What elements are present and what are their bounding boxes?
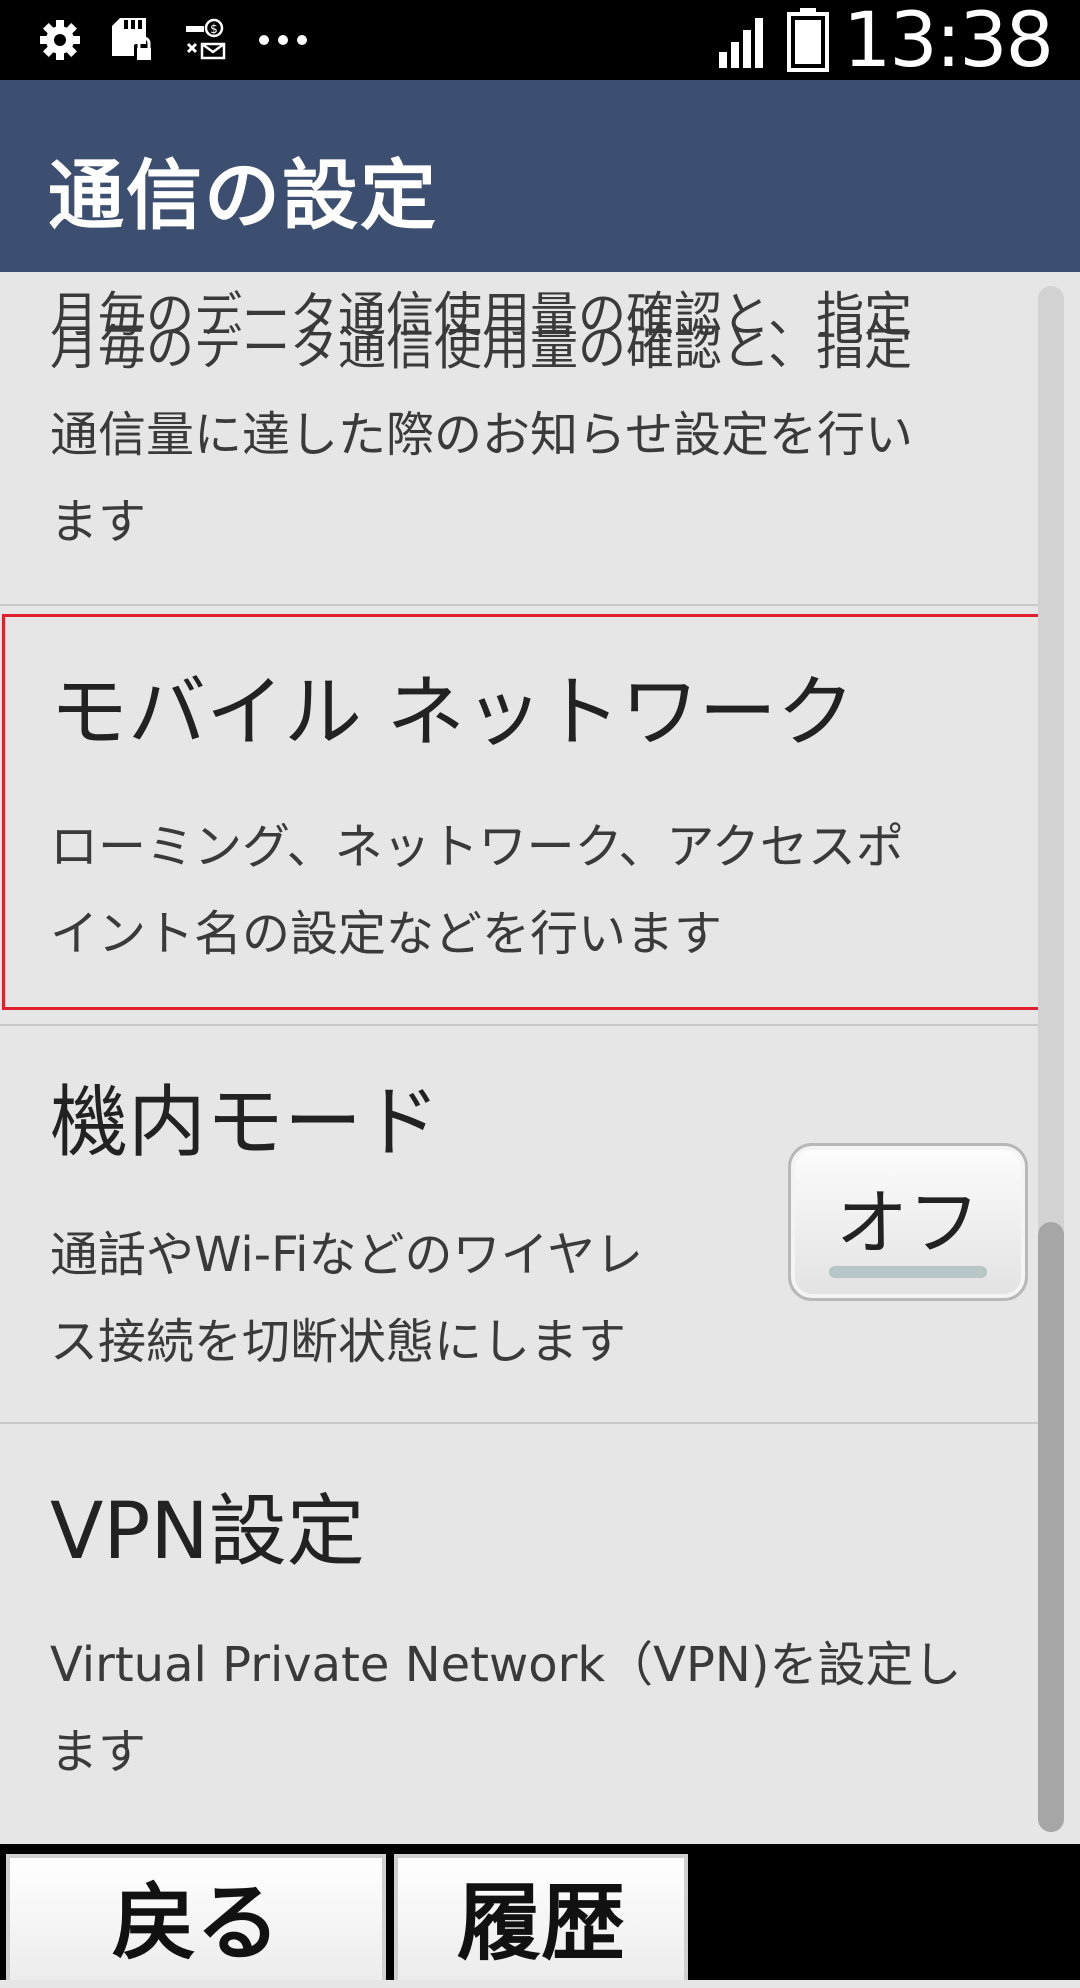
item-title: 機内モード <box>50 1078 441 1168</box>
battery-icon <box>786 8 829 72</box>
scrollbar-thumb[interactable] <box>1038 1222 1064 1832</box>
bottom-bar: 戻る 履歴 <box>0 1844 1080 1980</box>
item-description-line: イント名の設定などを行います <box>50 906 723 962</box>
history-button[interactable]: 履歴 <box>394 1854 688 1980</box>
item-description-line: 月毎のデータ通信使用量の確認と、指定 <box>50 320 913 376</box>
app-header: 通信の設定 <box>0 80 1080 272</box>
item-description-line: ます <box>50 494 147 550</box>
item-description-line: Virtual Private Network（VPN)を設定し <box>50 1637 962 1693</box>
svg-text:$: $ <box>210 22 218 36</box>
item-description-line: ス接続を切断状態にします <box>50 1314 627 1370</box>
item-description-line: ます <box>50 1724 147 1780</box>
back-button[interactable]: 戻る <box>6 1854 386 1980</box>
item-description-line: ローミング、ネットワーク、アクセスポ <box>50 819 904 875</box>
page-title: 通信の設定 <box>48 151 438 240</box>
item-description-line: 通信量に達した際のお知らせ設定を行い <box>50 407 914 463</box>
sd-card-lock-icon <box>112 18 154 62</box>
toggle-state-bar <box>829 1266 987 1278</box>
gear-icon <box>40 20 80 60</box>
more-dots-icon <box>259 35 307 45</box>
item-title: モバイル ネットワーク <box>50 668 855 758</box>
key-money-icon: $ <box>186 18 226 60</box>
signal-icon <box>718 18 763 68</box>
item-title: VPN設定 <box>50 1487 365 1577</box>
item-description-line: 通話やWi-Fiなどのワイヤレ <box>50 1227 644 1283</box>
clock: 13:38 <box>842 0 1054 84</box>
airplane-mode-toggle[interactable]: オフ <box>788 1143 1028 1301</box>
toggle-label: オフ <box>835 1181 980 1265</box>
status-bar: $ 13:38 <box>0 0 1080 80</box>
